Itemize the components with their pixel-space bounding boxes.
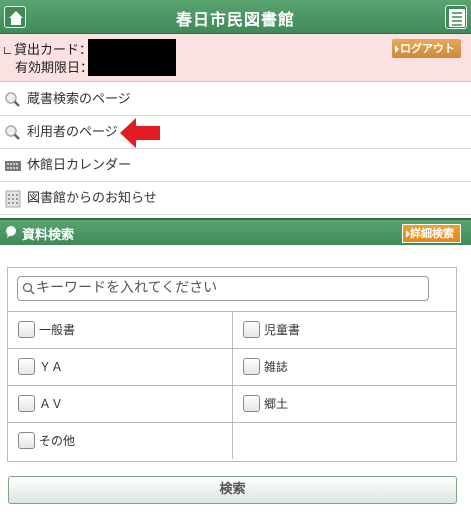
search-section-header: 資料検索 詳細検索: [0, 218, 471, 245]
checkbox[interactable]: [18, 321, 35, 338]
logout-label: ログアウト: [400, 42, 455, 55]
nav-item-user-page[interactable]: 利用者のページ: [0, 116, 471, 149]
card-number-row: 貸出カード：: [4, 39, 92, 58]
corner-bracket-icon: [4, 47, 11, 54]
checkbox[interactable]: [18, 432, 35, 449]
expiry-label: 有効期限日：: [15, 61, 94, 76]
category-label: その他: [39, 434, 76, 448]
arrow-right-icon: [395, 45, 399, 53]
checkbox[interactable]: [243, 395, 260, 412]
category-magazine[interactable]: 雑誌: [232, 349, 456, 385]
category-label: 雑誌: [264, 360, 289, 374]
page-title: 春日市民図書館: [175, 10, 295, 29]
magnifier-icon: [5, 92, 20, 107]
category-ya[interactable]: ＹＡ: [8, 349, 232, 385]
magnifier-icon: [5, 125, 20, 140]
list-icon: [449, 9, 465, 27]
category-row: ＡＶ 郷土: [8, 385, 456, 422]
nav-item-closed-calendar[interactable]: 休館日カレンダー: [0, 149, 471, 182]
search-heading: 資料検索: [22, 228, 75, 243]
nav-item-label: 休館日カレンダー: [27, 158, 132, 173]
logout-button[interactable]: ログアウト: [392, 39, 461, 58]
category-row: 一般書 児童書: [8, 311, 456, 348]
category-local[interactable]: 郷土: [232, 386, 456, 422]
category-children[interactable]: 児童書: [232, 312, 456, 348]
search-button[interactable]: 検索: [8, 476, 457, 504]
category-general[interactable]: 一般書: [8, 312, 232, 348]
category-label: 児童書: [264, 323, 301, 337]
menu-button[interactable]: [445, 5, 467, 29]
nav-list: 蔵書検索のページ 利用者のページ 休館日カレンダー 図書館からのお知らせ: [0, 83, 471, 215]
card-label: 貸出カード：: [14, 43, 93, 58]
empty-cell: [232, 423, 456, 459]
category-row: その他: [8, 422, 456, 459]
checkbox[interactable]: [18, 395, 35, 412]
notice-icon: [5, 190, 21, 208]
arrow-right-icon: [406, 230, 410, 238]
checkbox[interactable]: [243, 358, 260, 375]
category-grid: 一般書 児童書 ＹＡ 雑誌 ＡＶ 郷土 その他: [8, 311, 456, 459]
category-av[interactable]: ＡＶ: [8, 386, 232, 422]
category-label: ＹＡ: [39, 360, 64, 374]
redacted-card-info: [88, 39, 176, 76]
category-label: ＡＶ: [39, 397, 64, 411]
advanced-search-button[interactable]: 詳細検索: [402, 224, 461, 243]
nav-item-notices[interactable]: 図書館からのお知らせ: [0, 182, 471, 215]
app-header: 春日市民図書館: [0, 0, 471, 34]
nav-item-label: 図書館からのお知らせ: [27, 191, 157, 206]
category-other[interactable]: その他: [8, 423, 232, 459]
nav-item-catalog-search[interactable]: 蔵書検索のページ: [0, 83, 471, 116]
category-label: 郷土: [264, 397, 289, 411]
keyword-placeholder: キーワードを入れてください: [36, 280, 218, 296]
calendar-icon: [5, 161, 21, 171]
speech-bubble-icon: [6, 226, 16, 238]
category-row: ＹＡ 雑誌: [8, 348, 456, 385]
checkbox[interactable]: [18, 358, 35, 375]
red-arrow-icon: [120, 118, 160, 148]
user-card-info: 貸出カード： 有効期限日： ログアウト: [0, 34, 471, 82]
keyword-input[interactable]: キーワードを入れてください: [17, 276, 429, 301]
category-label: 一般書: [39, 323, 76, 337]
search-form: キーワードを入れてください 一般書 児童書 ＹＡ 雑誌 ＡＶ 郷土 その他: [7, 267, 457, 462]
checkbox[interactable]: [243, 321, 260, 338]
nav-item-label: 利用者のページ: [27, 125, 118, 140]
search-icon: [22, 282, 35, 295]
nav-item-label: 蔵書検索のページ: [27, 92, 131, 107]
advanced-search-label: 詳細検索: [410, 227, 454, 240]
